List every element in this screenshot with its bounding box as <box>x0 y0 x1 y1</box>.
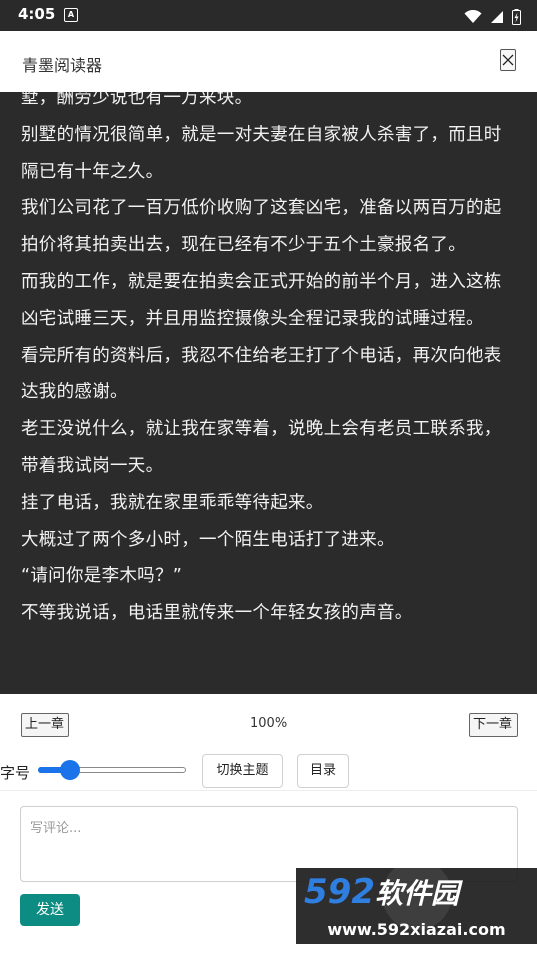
title-bar: 青墨阅读器 <box>0 31 537 92</box>
reader-content[interactable]: 墅，酬劳少说也有一万来块。别墅的情况很简单，就是一对夫妻在自家被人杀害了，而且时… <box>0 92 537 694</box>
paragraph: 别墅的情况很简单，就是一对夫妻在自家被人杀害了，而且时隔已有十年之久。 <box>21 124 502 182</box>
close-button[interactable] <box>500 49 516 71</box>
paragraph: 大概过了两个多小时，一个陌生电话打了进来。 <box>21 529 395 550</box>
next-chapter-button[interactable]: 下一章 <box>469 713 518 737</box>
signal-icon <box>490 10 503 23</box>
battery-icon <box>512 8 521 25</box>
divider <box>0 790 537 791</box>
switch-theme-button[interactable]: 切换主题 <box>202 754 283 788</box>
app-title: 青墨阅读器 <box>22 56 103 75</box>
paragraph: “请问你是李木吗？” <box>21 566 183 587</box>
slider-thumb[interactable] <box>59 760 80 780</box>
status-icons <box>461 6 521 25</box>
paragraph: 我们公司花了一百万低价收购了这套凶宅，准备以两百万的起拍价将其拍卖出去，现在已经… <box>21 198 502 256</box>
prev-chapter-button[interactable]: 上一章 <box>21 713 69 737</box>
watermark-logo: 592软件园 www.592xiazai.com <box>296 860 537 944</box>
progress-percent: 100% <box>250 716 288 731</box>
font-size-label: 字号 <box>0 764 31 782</box>
paragraph: 不等我说话，电话里就传来一个年轻女孩的声音。 <box>21 603 413 624</box>
reader-text: 墅，酬劳少说也有一万来块。别墅的情况很简单，就是一对夫妻在自家被人杀害了，而且时… <box>21 92 513 632</box>
send-button[interactable]: 发送 <box>20 894 80 926</box>
font-size-slider[interactable] <box>35 760 187 780</box>
status-time: 4:05 <box>18 5 56 23</box>
close-icon <box>502 54 514 66</box>
notification-a-icon: A <box>64 8 78 22</box>
watermark-name: 软件园 <box>374 877 459 910</box>
table-of-contents-button[interactable]: 目录 <box>297 754 349 788</box>
paragraph: 老王没说什么，就让我在家等着，说晚上会有老员工联系我，带着我试岗一天。 <box>21 419 502 476</box>
paragraph: 墅，酬劳少说也有一万来块。 <box>21 92 253 108</box>
watermark-url: www.592xiazai.com <box>327 920 506 939</box>
paragraph: 挂了电话，我就在家里乖乖等待起来。 <box>21 492 324 513</box>
watermark-brand: 592软件园 <box>304 872 532 912</box>
watermark-number: 592 <box>304 872 375 912</box>
wifi-icon <box>464 9 482 23</box>
status-bar: 4:05 A <box>0 0 537 31</box>
paragraph: 而我的工作，就是要在拍卖会正式开始的前半个月，进入这栋凶宅试睡三天，并且用监控摄… <box>21 271 502 329</box>
paragraph: 看完所有的资料后，我忍不住给老王打了个电话，再次向他表达我的感谢。 <box>21 345 502 403</box>
